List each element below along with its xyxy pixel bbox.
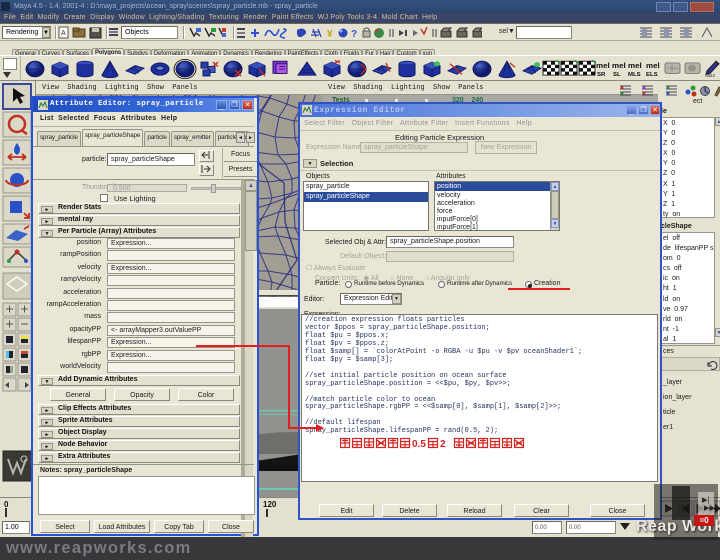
svg-text:ELS: ELS	[646, 72, 658, 78]
svg-text:¥: ¥	[327, 29, 333, 39]
svg-text:mel: mel	[628, 62, 642, 70]
svg-text:SR: SR	[597, 72, 605, 78]
svg-text:MLS: MLS	[628, 72, 641, 78]
svg-text:mel: mel	[646, 62, 660, 70]
svg-text:2: 2	[440, 439, 446, 450]
svg-text:mel: mel	[612, 62, 626, 70]
svg-text:MB2: MB2	[705, 73, 716, 78]
svg-text:SL: SL	[613, 72, 621, 78]
svg-text:0.5: 0.5	[412, 439, 426, 450]
svg-text:mel: mel	[596, 62, 610, 70]
svg-text:A: A	[61, 30, 66, 37]
svg-text:?: ?	[351, 29, 357, 39]
